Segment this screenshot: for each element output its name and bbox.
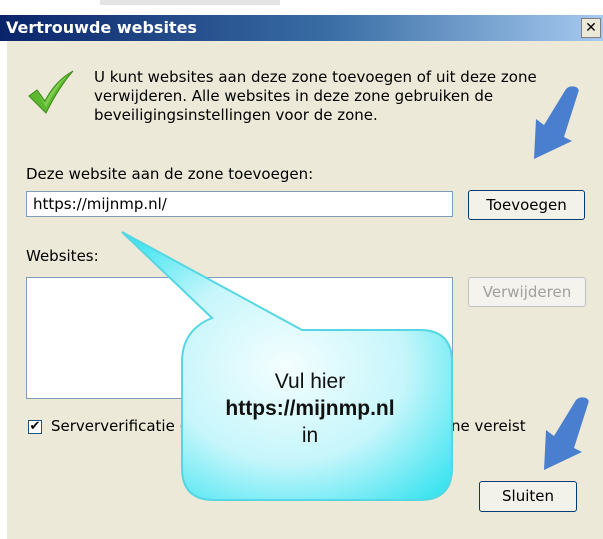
callout-line-2: https://mijnmp.nl [225, 397, 395, 420]
websites-label: Websites: [26, 247, 99, 265]
website-url-input[interactable] [26, 191, 453, 217]
add-website-label: Deze website aan de zone toevoegen: [26, 165, 314, 183]
window-title: Vertrouwde websites [6, 18, 197, 37]
server-verification-checkbox[interactable]: ✔ [28, 420, 42, 434]
callout-text: Vul hier https://mijnmp.nl in [190, 368, 430, 449]
add-button[interactable]: Toevoegen [468, 190, 585, 220]
server-verification-label-end: e zone vereist [420, 417, 526, 435]
arrow-pointing-add-icon [534, 86, 579, 159]
checkmark-icon [28, 70, 74, 114]
callout-line-3: in [301, 424, 319, 447]
title-bar[interactable]: Vertrouwde websites ✕ [0, 15, 603, 41]
close-window-button[interactable]: ✕ [581, 18, 601, 38]
callout-line-1: Vul hier [274, 370, 346, 393]
server-verification-label: Serververificatie ( [51, 417, 186, 435]
dialog-body: U kunt websites aan deze zone toevoegen … [7, 41, 603, 539]
remove-button[interactable]: Verwijderen [468, 277, 586, 307]
close-button[interactable]: Sluiten [479, 481, 577, 512]
arrow-pointing-close-icon [544, 397, 589, 470]
intro-text: U kunt websites aan deze zone toevoegen … [94, 68, 537, 124]
background-window-edge [100, 0, 280, 5]
